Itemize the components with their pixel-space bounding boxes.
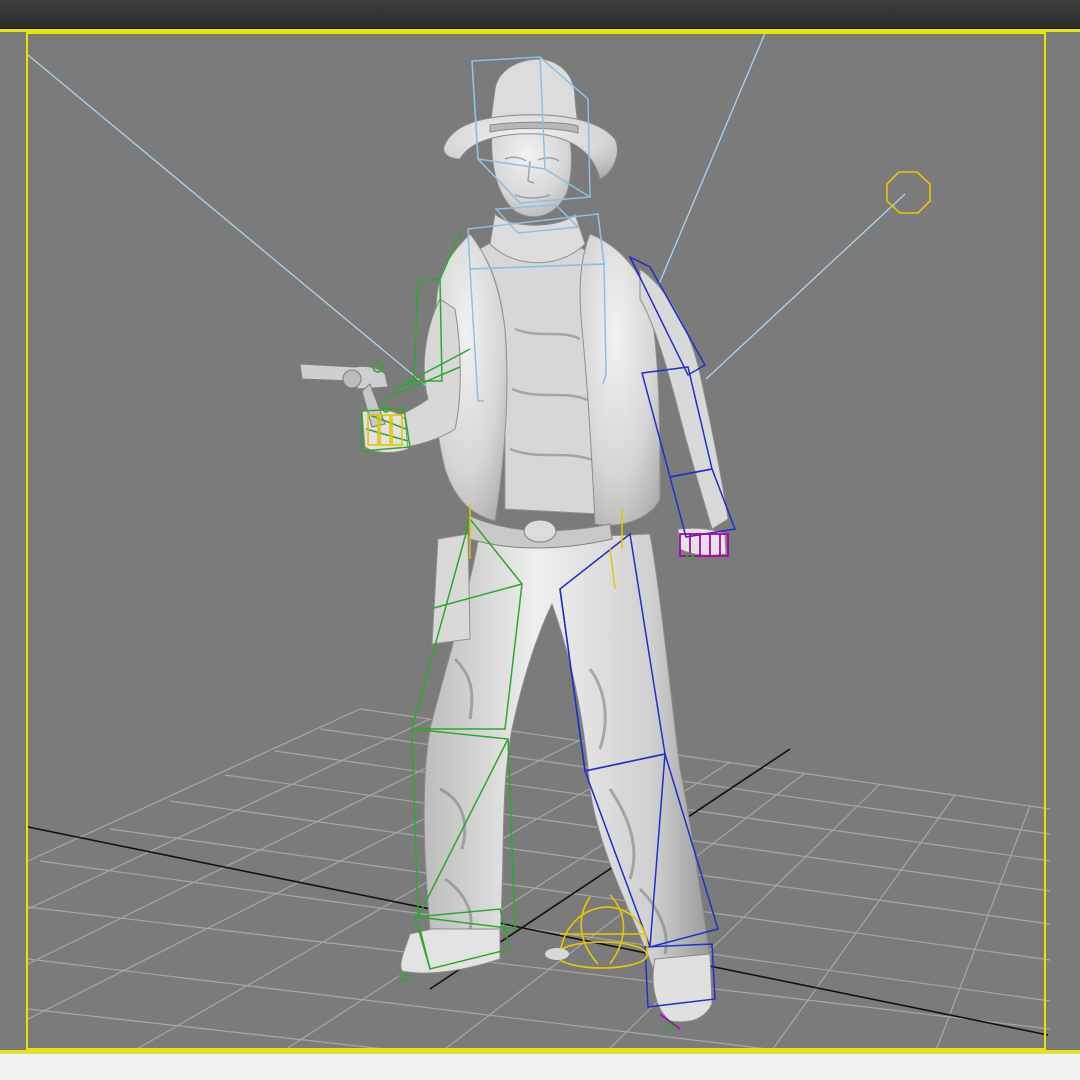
perspective-viewport[interactable] [0,29,1080,1053]
pivot-marker [545,948,569,960]
viewport-canvas[interactable] [0,29,1080,1053]
viewport-active-top-edge [0,29,1080,32]
status-bar [0,1053,1080,1080]
app-window [0,0,1080,1080]
window-title-bar[interactable] [0,0,1080,29]
